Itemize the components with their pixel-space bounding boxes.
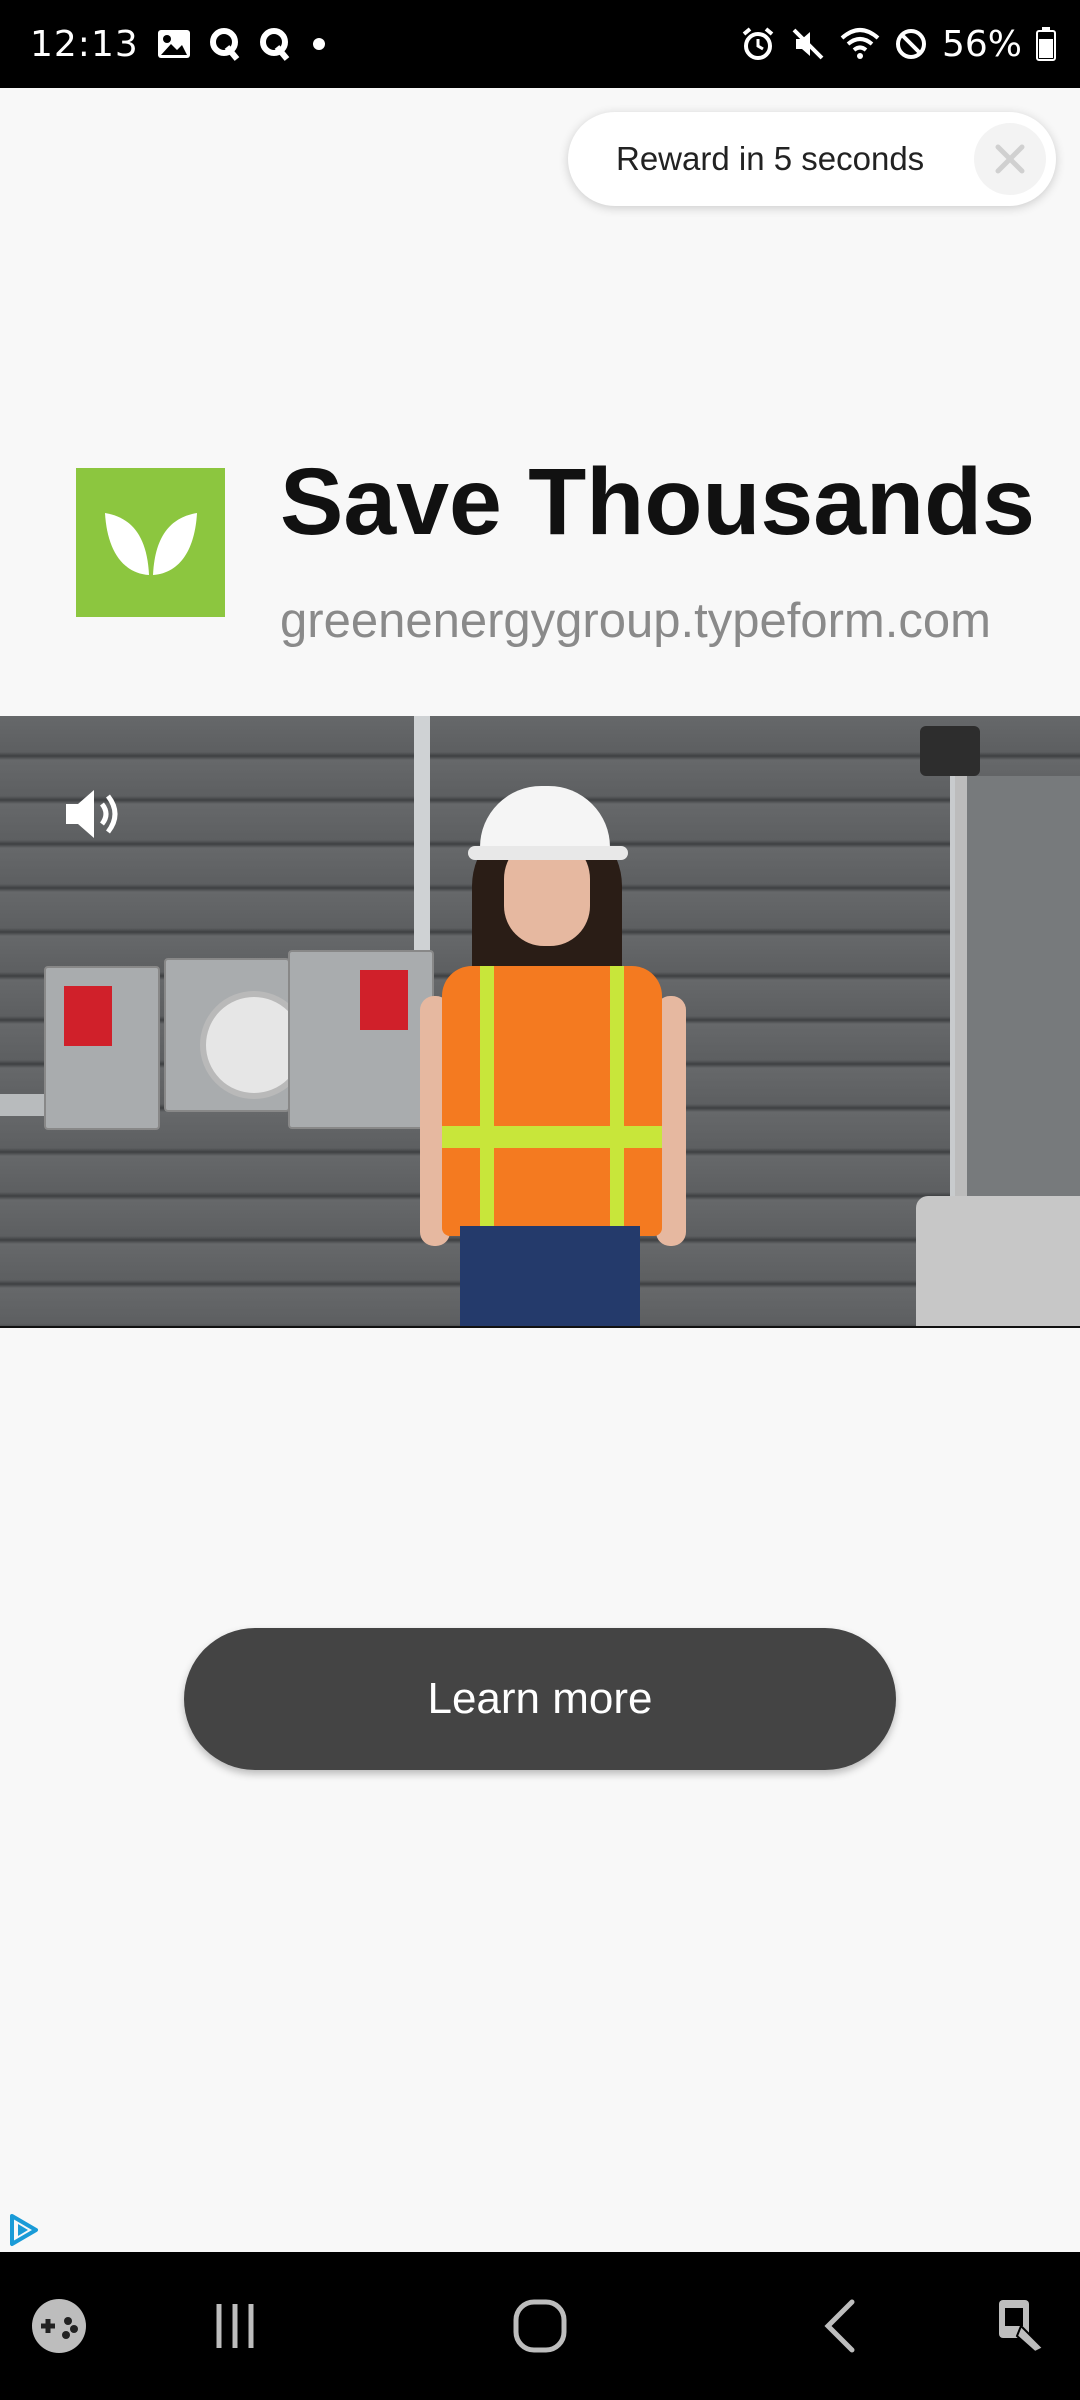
- navigation-bar: [0, 2252, 1080, 2400]
- do-not-disturb-icon: [894, 27, 928, 61]
- brand-logo[interactable]: [76, 468, 225, 617]
- alarm-icon: [740, 26, 776, 62]
- status-bar: 12:13 56%: [0, 0, 1080, 88]
- video-person: [420, 766, 700, 1326]
- assistant-button[interactable]: [986, 2252, 1056, 2400]
- home-icon: [513, 2299, 567, 2353]
- reward-text: Reward in 5 seconds: [616, 140, 925, 177]
- recent-apps-button[interactable]: [200, 2252, 270, 2400]
- game-launcher-button[interactable]: [24, 2252, 94, 2400]
- volume-icon: [66, 790, 118, 838]
- ad-title[interactable]: Save Thousands: [280, 448, 1035, 557]
- status-time: 12:13: [30, 23, 139, 65]
- status-left: 12:13: [30, 0, 329, 88]
- q-app-icon: [259, 27, 291, 61]
- back-button[interactable]: [806, 2252, 876, 2400]
- wifi-icon: [840, 26, 880, 62]
- recent-apps-icon: [216, 2304, 254, 2348]
- q-app-icon: [209, 27, 241, 61]
- video-ac-unit: [916, 1196, 1080, 1326]
- leaf-icon: [104, 512, 197, 575]
- video-player[interactable]: [0, 716, 1080, 1328]
- ad-domain[interactable]: greenenergygroup.typeform.com: [280, 593, 991, 649]
- assistant-icon: [999, 2300, 1045, 2354]
- back-icon: [824, 2299, 855, 2353]
- mute-icon: [790, 26, 826, 62]
- close-icon: [995, 144, 1025, 174]
- volume-button[interactable]: [56, 778, 128, 850]
- adchoices-icon[interactable]: [6, 2212, 42, 2248]
- video-panel: [288, 950, 434, 1129]
- battery-percent: 56%: [941, 23, 1022, 65]
- video-light: [920, 726, 980, 776]
- game-launcher-icon: [32, 2299, 86, 2353]
- reward-countdown: Reward in 5 seconds: [568, 112, 1056, 206]
- video-panel: [44, 966, 160, 1130]
- gallery-icon: [157, 29, 191, 59]
- status-right: 56%: [740, 0, 1056, 88]
- battery-icon: [1036, 27, 1056, 61]
- learn-more-button[interactable]: Learn more: [184, 1628, 896, 1770]
- home-button[interactable]: [500, 2252, 580, 2400]
- close-button[interactable]: [974, 123, 1046, 195]
- dot-icon: [309, 34, 329, 54]
